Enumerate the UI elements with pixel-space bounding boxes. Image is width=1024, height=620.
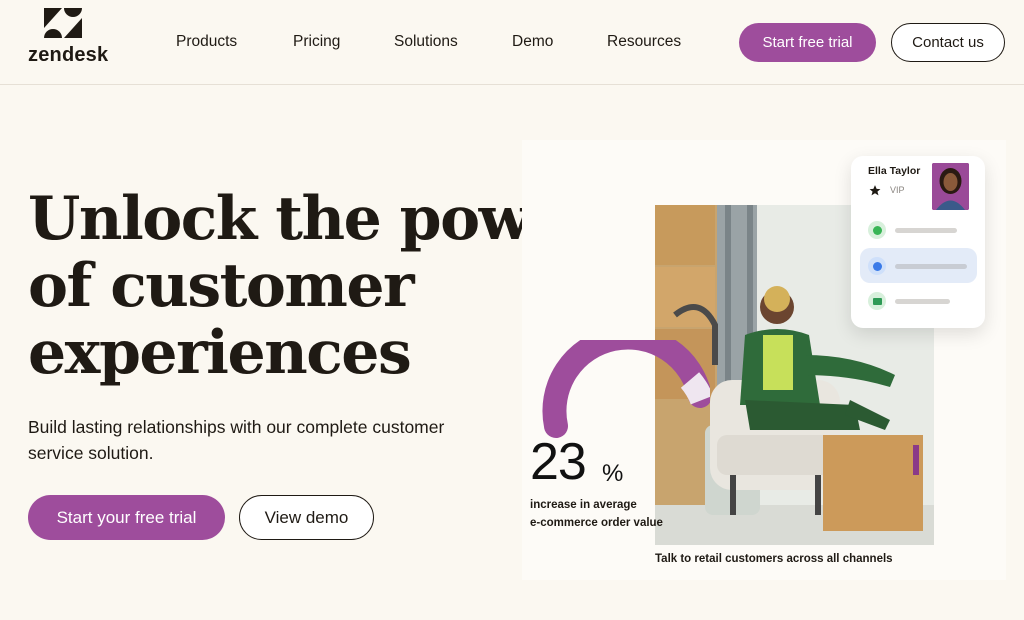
photo-caption: Talk to retail customers across all chan… (655, 553, 893, 565)
customer-profile-card[interactable]: Ella Taylor VIP (851, 156, 985, 328)
channel-line-messenger (895, 264, 967, 269)
progress-arc (542, 340, 710, 438)
vip-badge: VIP (890, 185, 905, 195)
brand-name: zendesk (28, 44, 109, 66)
stat-caption-line-2: e-commerce order value (530, 517, 663, 529)
hero-title-line-1: Unlock the power (28, 184, 597, 254)
hero-title: Unlock the power of customer experiences (28, 184, 597, 388)
nav-solutions[interactable]: Solutions (394, 33, 458, 51)
stat-caption: increase in average e-commerce order val… (530, 496, 663, 532)
whatsapp-icon (868, 221, 886, 239)
stat-caption-line-1: increase in average (530, 499, 637, 511)
stat-value: 23 (530, 433, 587, 491)
hero-subtitle: Build lasting relationships with our com… (28, 417, 445, 463)
nav-pricing[interactable]: Pricing (293, 33, 340, 51)
email-icon (868, 292, 886, 310)
avatar (932, 163, 969, 210)
messenger-icon (868, 257, 886, 275)
contact-us-button[interactable]: Contact us (891, 23, 1005, 62)
nav-resources[interactable]: Resources (607, 33, 681, 51)
zendesk-logo[interactable]: zendesk (28, 6, 108, 66)
start-free-trial-button[interactable]: Start free trial (739, 23, 876, 62)
top-navigation: zendesk Products Pricing Solutions Demo … (0, 0, 1024, 85)
nav-demo[interactable]: Demo (512, 33, 553, 51)
channel-line-email (895, 299, 950, 304)
customer-name: Ella Taylor (868, 165, 921, 177)
stat-unit: % (602, 460, 624, 487)
channel-line-whatsapp (895, 228, 957, 233)
star-icon (869, 185, 881, 196)
zendesk-logo-icon (44, 8, 82, 38)
view-demo-button[interactable]: View demo (239, 495, 374, 540)
hero-title-line-3: experiences (28, 318, 412, 388)
start-your-free-trial-button[interactable]: Start your free trial (28, 495, 225, 540)
hero-title-line-2: of customer (28, 251, 415, 321)
nav-products[interactable]: Products (176, 33, 237, 51)
